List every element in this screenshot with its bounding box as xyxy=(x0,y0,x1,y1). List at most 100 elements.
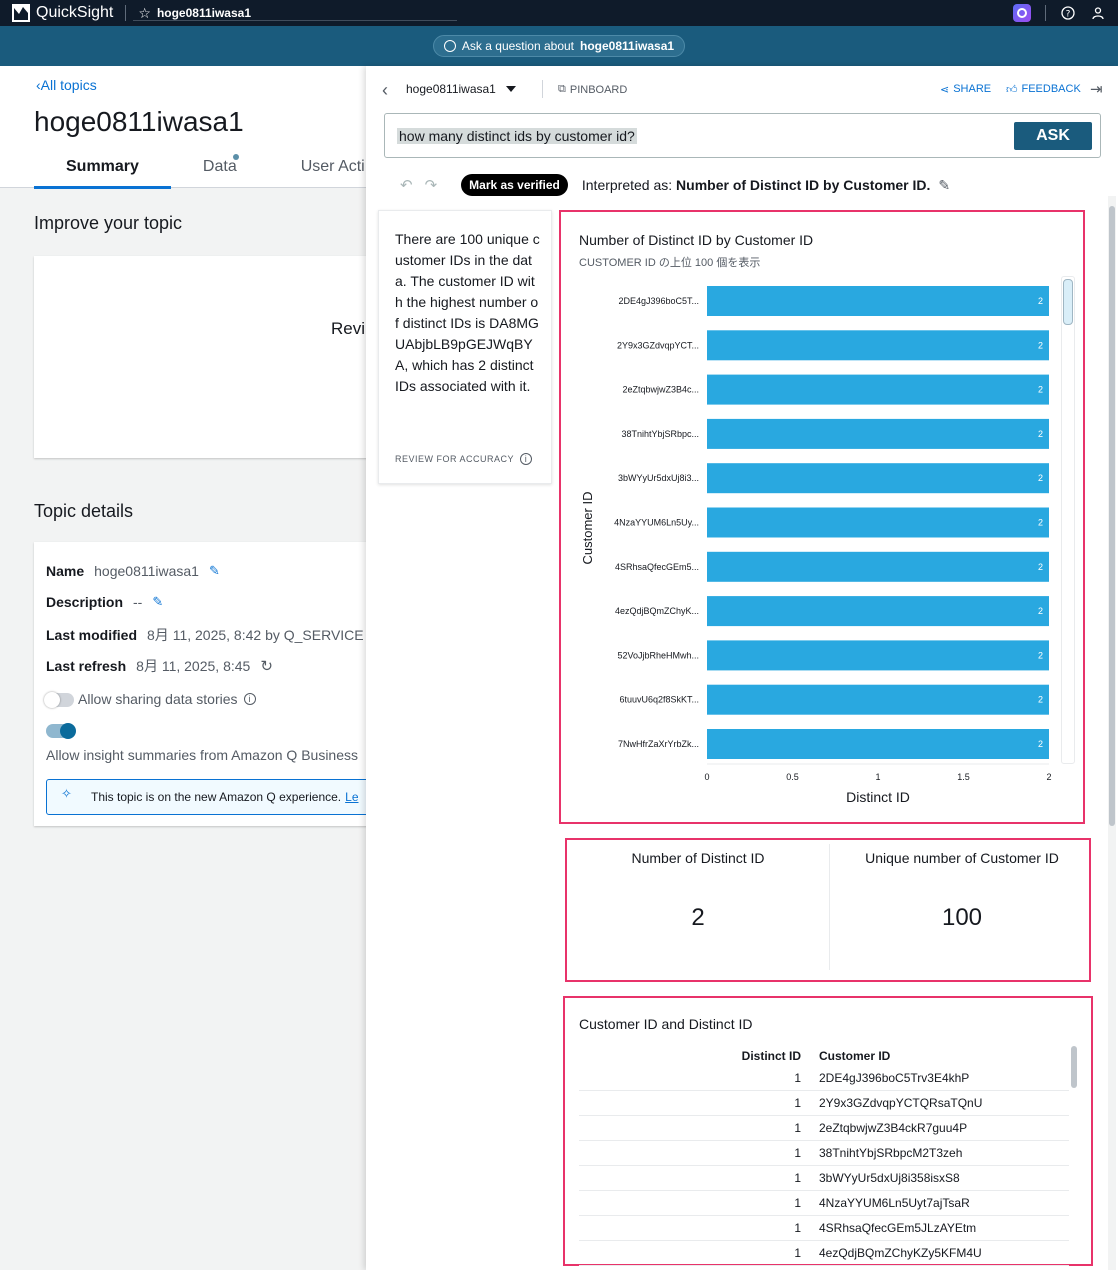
top-nav-right: ? xyxy=(1013,0,1106,26)
feedback-button[interactable]: 👍︎ FEEDBACK xyxy=(1006,83,1081,96)
x-tick-label: 1 xyxy=(875,772,880,782)
quicksight-logo[interactable]: QuickSight xyxy=(0,4,113,22)
cell-customer-id: 2eZtqbwjwZ3B4ckR7guu4P xyxy=(819,1121,968,1135)
cell-customer-id: 2Y9x3GZdvqpYCTQRsaTQnU xyxy=(819,1096,983,1110)
bar-value-label: 2 xyxy=(1038,650,1043,660)
chart-bar[interactable] xyxy=(707,286,1049,316)
bar-value-label: 2 xyxy=(1038,429,1043,439)
svg-text:?: ? xyxy=(1066,10,1071,20)
y-tick-label: 4SRhsaQfecGEm5... xyxy=(615,562,699,572)
amazon-q-notice: ✧ This topic is on the new Amazon Q expe… xyxy=(46,779,366,815)
topic-header: ‹All topics hoge0811iwasa1 Summary Data … xyxy=(0,66,366,189)
mark-verified-button[interactable]: Mark as verified xyxy=(461,174,568,196)
edit-name-icon[interactable]: ✎ xyxy=(209,563,220,579)
tab-data[interactable]: Data xyxy=(171,154,269,189)
column-header-distinct-id[interactable]: Distinct ID xyxy=(579,1049,817,1063)
chart-bar[interactable] xyxy=(707,729,1049,759)
improve-card-text: Revi xyxy=(331,319,366,338)
back-chevron-icon[interactable]: ‹ xyxy=(382,80,388,101)
topic-page: ‹All topics hoge0811iwasa1 Summary Data … xyxy=(0,66,366,1270)
y-tick-label: 6tuuvU6q2f8SkKT... xyxy=(619,695,699,705)
insight-label: Allow insight summaries from Amazon Q Bu… xyxy=(46,747,358,763)
star-icon[interactable]: ☆ xyxy=(138,5,151,22)
table-title: Customer ID and Distinct ID xyxy=(579,1016,753,1032)
bar-value-label: 2 xyxy=(1038,518,1043,528)
chart-bar[interactable] xyxy=(707,330,1049,361)
column-header-customer-id[interactable]: Customer ID xyxy=(817,1049,1069,1063)
table-card: Customer ID and Distinct ID Distinct ID … xyxy=(563,996,1093,1266)
ask-prefix: Ask a question about xyxy=(461,39,574,53)
sharing-toggle[interactable] xyxy=(44,692,74,708)
help-icon[interactable]: ? xyxy=(1060,5,1076,21)
table-row[interactable]: 1 2DE4gJ396boC5Trv3E4khP xyxy=(579,1066,1069,1091)
table-row[interactable]: 1 2eZtqbwjwZ3B4ckR7guu4P xyxy=(579,1116,1069,1141)
review-for-accuracy[interactable]: REVIEW FOR ACCURACY i xyxy=(395,453,533,465)
topic-details-heading: Topic details xyxy=(34,501,134,521)
detail-description: Description -- ✎ xyxy=(46,594,164,610)
chart-scrollbar[interactable] xyxy=(1061,276,1075,764)
table-row[interactable]: 1 3bWYyUr5dxUj8i358isxS8 xyxy=(579,1166,1069,1191)
bar-value-label: 2 xyxy=(1038,606,1043,616)
kpi-label: Unique number of Customer ID xyxy=(865,850,1059,866)
table-row[interactable]: 1 4SRhsaQfecGEm5JLzAYEtm xyxy=(579,1216,1069,1241)
x-tick-label: 0 xyxy=(704,772,709,782)
pinboard-button[interactable]: ⧉ PINBOARD xyxy=(558,83,627,96)
chevron-down-icon xyxy=(505,86,516,92)
cell-distinct-id: 1 xyxy=(794,1146,801,1160)
panel-scroll-thumb[interactable] xyxy=(1109,206,1115,826)
chart-bar[interactable] xyxy=(707,684,1049,715)
chart-bar[interactable] xyxy=(707,418,1049,449)
table-scrollbar[interactable] xyxy=(1071,1046,1077,1088)
bar-value-label: 2 xyxy=(1038,562,1043,572)
q-answer-panel: ‹ hoge0811iwasa1 ⧉ PINBOARD ⋖ SHARE 👍︎ FEED… xyxy=(366,66,1118,1270)
ask-question-button[interactable]: Ask a question about hoge0811iwasa1 xyxy=(432,35,686,57)
cell-distinct-id: 1 xyxy=(794,1246,801,1260)
insight-toggle[interactable] xyxy=(46,723,76,739)
x-tick-label: 1.5 xyxy=(957,772,970,782)
edit-interpretation-icon[interactable]: ✎ xyxy=(938,177,950,194)
learn-more-link[interactable]: Le xyxy=(345,790,358,804)
ask-button[interactable]: ASK xyxy=(1014,122,1092,150)
cell-distinct-id: 1 xyxy=(794,1221,801,1235)
tab-summary[interactable]: Summary xyxy=(34,154,171,189)
y-tick-label: 2DE4gJ396boC5T... xyxy=(618,296,699,306)
share-button[interactable]: ⋖ SHARE xyxy=(940,83,991,96)
edit-description-icon[interactable]: ✎ xyxy=(152,594,163,610)
info-icon: i xyxy=(520,453,533,465)
x-tick-label: 0.5 xyxy=(786,772,799,782)
table-row[interactable]: 1 38TnihtYbjSRbpcM2T3zeh xyxy=(579,1141,1069,1166)
app-name: QuickSight xyxy=(36,4,114,21)
bar-value-label: 2 xyxy=(1038,473,1043,483)
table-row[interactable]: 1 4ezQdjBQmZChyKZy5KFM4U xyxy=(579,1241,1069,1266)
all-topics-link[interactable]: ‹All topics xyxy=(36,77,97,93)
cell-customer-id: 4NzaYYUM6Ln5Uyt7ajTsaR xyxy=(819,1196,970,1210)
top-nav-bar: QuickSight ☆ hoge0811iwasa1 ? xyxy=(0,0,1118,26)
question-input[interactable]: how many distinct ids by customer id? AS… xyxy=(384,113,1101,158)
bar-value-label: 2 xyxy=(1038,695,1043,705)
amazon-q-icon[interactable] xyxy=(1013,4,1031,22)
quicksight-logo-icon xyxy=(12,4,30,22)
chart-scroll-thumb[interactable] xyxy=(1063,279,1073,325)
table-row[interactable]: 1 2Y9x3GZdvqpYCTQRsaTQnU xyxy=(579,1091,1069,1116)
redo-icon[interactable]: ↷ xyxy=(425,176,438,194)
cell-distinct-id: 1 xyxy=(794,1096,801,1110)
chart-bar[interactable] xyxy=(707,463,1049,494)
info-icon[interactable]: i xyxy=(243,693,256,705)
topic-select[interactable]: hoge0811iwasa1 xyxy=(406,82,516,96)
table-header: Distinct ID Customer ID xyxy=(579,1046,1069,1066)
topic-breadcrumb[interactable]: ☆ hoge0811iwasa1 xyxy=(138,5,251,22)
refresh-icon[interactable]: ↻ xyxy=(260,657,273,675)
undo-icon[interactable]: ↶ xyxy=(400,176,413,194)
chart-bar[interactable] xyxy=(707,640,1049,671)
tab-user-activity[interactable]: User Acti xyxy=(269,154,366,189)
topic-tabs: Summary Data User Acti xyxy=(34,154,366,189)
chart-bar[interactable] xyxy=(707,596,1049,627)
detail-name: Name hoge0811iwasa1 ✎ xyxy=(46,563,220,579)
chart-bar[interactable] xyxy=(707,507,1049,538)
question-text: how many distinct ids by customer id? xyxy=(397,128,637,144)
user-icon[interactable] xyxy=(1090,5,1106,21)
chart-bar[interactable] xyxy=(707,374,1049,405)
collapse-panel-icon[interactable]: ⇥ xyxy=(1090,80,1103,98)
chart-bar[interactable] xyxy=(707,551,1049,582)
table-row[interactable]: 1 4NzaYYUM6Ln5Uyt7ajTsaR xyxy=(579,1191,1069,1216)
